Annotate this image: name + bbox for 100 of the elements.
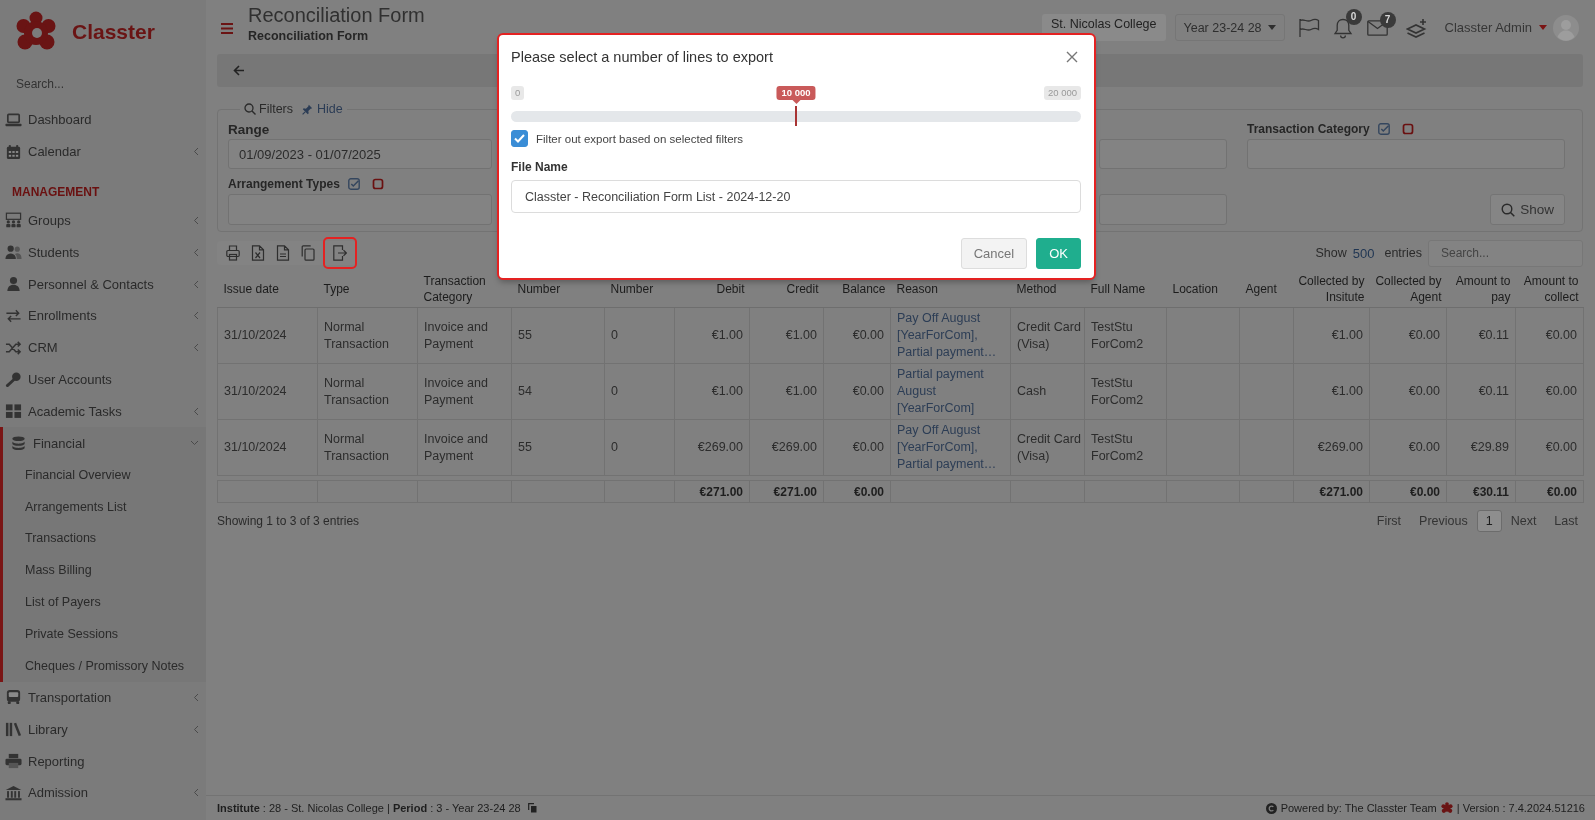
table-cell: €1.00 bbox=[674, 363, 750, 420]
sidebar-item[interactable]: Enrollments bbox=[0, 300, 206, 332]
sidebar-item[interactable]: CRM bbox=[0, 331, 206, 364]
table-cell: Normal Transaction bbox=[317, 363, 418, 420]
total-cell: €271.00 bbox=[674, 480, 750, 503]
table-cell: 55 bbox=[511, 419, 605, 476]
square-icon[interactable] bbox=[1401, 123, 1414, 135]
pin-icon bbox=[302, 103, 314, 115]
pagination-button[interactable]: Next bbox=[1501, 510, 1546, 532]
column-header: Number bbox=[517, 281, 561, 296]
cancel-button[interactable]: Cancel bbox=[960, 238, 1028, 269]
sidebar-item[interactable]: User Accounts bbox=[0, 363, 206, 396]
sidebar-item[interactable]: Financial bbox=[3, 427, 206, 459]
sidebar-item[interactable]: Dashboard bbox=[0, 104, 206, 136]
institute-period-info: Institute : 28 - St. Nicolas College | Period : 3 - Year 23-24 28 bbox=[217, 802, 521, 814]
table-cell: €0.00 bbox=[823, 307, 891, 364]
search-field[interactable]: Search... bbox=[16, 77, 194, 91]
table-cell: €0.11 bbox=[1446, 363, 1516, 420]
column-header: Debit bbox=[716, 281, 745, 296]
file-name-input[interactable]: Classter - Reconciliation Form List - 2024-12-20 bbox=[511, 180, 1081, 213]
check-square-icon[interactable] bbox=[1377, 123, 1390, 135]
copy-icon bbox=[301, 245, 315, 261]
key-icon bbox=[5, 371, 22, 388]
search-icon bbox=[1501, 202, 1516, 217]
pagination-button[interactable]: First bbox=[1367, 510, 1411, 532]
submenu-item[interactable]: Cheques / Promissory Notes bbox=[3, 649, 206, 682]
sidebar-item[interactable]: Groups bbox=[0, 204, 206, 237]
reason-link[interactable]: Pay Off August [YearForCom], Partial payment… bbox=[897, 310, 1007, 361]
table-cell: €0.00 bbox=[1369, 363, 1447, 420]
notification-badge: 0 bbox=[1345, 8, 1362, 25]
copyright-icon bbox=[1265, 802, 1277, 814]
search-icon bbox=[244, 103, 256, 115]
column-header: Full Name bbox=[1090, 281, 1146, 296]
submenu-item[interactable]: Private Sessions bbox=[3, 617, 206, 650]
ok-button[interactable]: OK bbox=[1036, 238, 1081, 269]
column-header: Number bbox=[610, 281, 654, 296]
pagination-button[interactable]: Previous bbox=[1410, 510, 1477, 532]
export-button[interactable] bbox=[323, 237, 357, 269]
copy-icon[interactable] bbox=[527, 803, 537, 813]
range-field[interactable]: 01/09/2023 - 01/07/2025 bbox=[228, 139, 492, 169]
logo-icon bbox=[1440, 802, 1453, 814]
submenu-item[interactable]: List of Payers bbox=[3, 586, 206, 618]
column-header: Agent bbox=[1245, 281, 1277, 296]
sidebar-item[interactable]: Personnel & Contacts bbox=[0, 268, 206, 300]
square-icon[interactable] bbox=[371, 178, 384, 190]
slider-max-label: 20 000 bbox=[1043, 86, 1081, 100]
table-cell: TestStu ForCom2 bbox=[1084, 363, 1167, 420]
sidebar-item[interactable]: Transportation bbox=[0, 681, 206, 714]
table-cell: €29.89 bbox=[1446, 419, 1516, 476]
column-header: Issue date bbox=[223, 281, 279, 296]
period-dropdown[interactable]: Year 23-24 28 bbox=[1174, 14, 1285, 41]
slider-track[interactable] bbox=[511, 106, 1081, 126]
check-square-icon[interactable] bbox=[347, 178, 360, 190]
show-button[interactable]: Show bbox=[1490, 194, 1565, 225]
back-arrow-icon[interactable] bbox=[233, 65, 245, 76]
filters-title: Filters bbox=[259, 102, 294, 116]
hide-link[interactable]: Hide bbox=[302, 102, 343, 116]
pagination-button[interactable]: Last bbox=[1545, 510, 1587, 532]
sidebar-item[interactable]: Reporting bbox=[0, 745, 206, 777]
reason-link[interactable]: Pay Off August [YearForCom], Partial payment… bbox=[897, 422, 1007, 473]
table-cell: Normal Transaction bbox=[317, 307, 418, 364]
dialog-title: Please select a number of lines to export bbox=[511, 48, 773, 67]
submenu-item[interactable]: Financial Overview bbox=[3, 458, 206, 491]
table-cell: 31/10/2024 bbox=[217, 363, 318, 420]
column-header: Collected by Insitute bbox=[1298, 273, 1365, 304]
table-cell: €0.00 bbox=[1515, 363, 1584, 420]
table-cell: €269.00 bbox=[749, 419, 824, 476]
submenu-item[interactable]: Arrangements List bbox=[3, 490, 206, 523]
layers-plus-icon[interactable] bbox=[1405, 17, 1428, 38]
bank-icon bbox=[5, 784, 22, 801]
sidebar-item[interactable]: Admission bbox=[0, 776, 206, 809]
sidebar-item[interactable]: Library bbox=[0, 713, 206, 746]
table-cell: €0.00 bbox=[1369, 307, 1447, 364]
flag-icon[interactable] bbox=[1297, 17, 1320, 38]
slider-min-label: 0 bbox=[511, 86, 525, 100]
page-size-select[interactable]: 500 bbox=[1352, 245, 1375, 261]
checkbox[interactable] bbox=[511, 130, 528, 147]
pagination-button[interactable]: 1 bbox=[1476, 510, 1502, 532]
submenu-item[interactable]: Mass Billing bbox=[3, 554, 206, 587]
user-menu[interactable]: Classter Admin bbox=[1444, 20, 1547, 35]
close-button[interactable] bbox=[1066, 51, 1078, 63]
sidebar-item[interactable]: Calendar bbox=[0, 135, 206, 168]
printer-icon bbox=[226, 245, 240, 261]
column-header: Location bbox=[1172, 281, 1218, 296]
search-field[interactable]: Search... bbox=[1428, 239, 1583, 267]
submenu-item[interactable]: Transactions bbox=[3, 522, 206, 555]
table-cell: €0.00 bbox=[1515, 419, 1584, 476]
sidebar-item[interactable]: Students bbox=[0, 236, 206, 269]
classroom-icon bbox=[5, 212, 22, 229]
reason-link[interactable]: Partial payment August [YearForCom] bbox=[897, 366, 1007, 417]
table-cell: 55 bbox=[511, 307, 605, 364]
check-icon bbox=[514, 134, 525, 143]
column-header: Amount to collect bbox=[1523, 273, 1579, 304]
table-cell: Normal Transaction bbox=[317, 419, 418, 476]
table-cell: Cash bbox=[1010, 363, 1085, 420]
menu-icon[interactable] bbox=[221, 23, 233, 34]
slider-value-label: 10 000 bbox=[776, 86, 816, 104]
coins-icon bbox=[10, 435, 27, 452]
user-icon bbox=[5, 276, 22, 293]
sidebar-item[interactable]: Academic Tasks bbox=[0, 395, 206, 428]
